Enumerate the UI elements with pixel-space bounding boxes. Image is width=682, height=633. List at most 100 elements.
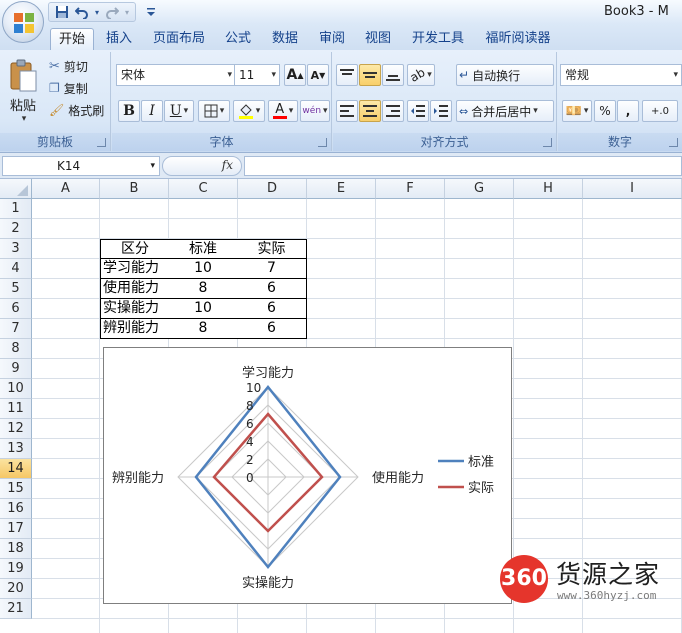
borders-button[interactable]: ▾ — [198, 100, 230, 122]
row-header[interactable]: 11 — [0, 399, 32, 419]
align-middle-button[interactable] — [359, 64, 381, 86]
column-header[interactable]: B — [100, 179, 169, 199]
align-center-button[interactable] — [359, 100, 381, 122]
grow-font-button[interactable]: A ▲ — [284, 64, 306, 86]
copy-button[interactable]: ❐ 复制 — [48, 78, 108, 98]
row-header[interactable]: 8 — [0, 339, 32, 359]
font-color-button[interactable]: A ▾ — [268, 100, 298, 122]
row-header[interactable]: 12 — [0, 419, 32, 439]
percent-style-button[interactable]: % — [594, 100, 616, 122]
font-size-combo[interactable]: 11 ▾ — [234, 64, 280, 86]
save-icon[interactable] — [53, 4, 71, 20]
clipboard-launcher-icon[interactable] — [97, 138, 106, 147]
redo-icon[interactable] — [103, 4, 121, 20]
row-header[interactable]: 20 — [0, 579, 32, 599]
decrease-indent-button[interactable] — [407, 100, 429, 122]
table-header-cell[interactable]: 实际 — [237, 239, 307, 259]
table-cell[interactable]: 6 — [237, 319, 307, 339]
tab-formulas[interactable]: 公式 — [218, 28, 258, 50]
row-header[interactable]: 2 — [0, 219, 32, 239]
align-bottom-button[interactable] — [382, 64, 404, 86]
number-launcher-icon[interactable] — [669, 138, 678, 147]
align-right-button[interactable] — [382, 100, 404, 122]
row-header[interactable]: 4 — [0, 259, 32, 279]
undo-dropdown-icon[interactable]: ▾ — [93, 4, 101, 20]
tab-review[interactable]: 审阅 — [312, 28, 352, 50]
increase-indent-button[interactable] — [430, 100, 452, 122]
row-header[interactable]: 15 — [0, 479, 32, 499]
tab-page-layout[interactable]: 页面布局 — [146, 28, 212, 50]
align-left-button[interactable] — [336, 100, 358, 122]
bold-button[interactable]: B — [118, 100, 140, 122]
table-header-cell[interactable]: 标准 — [169, 239, 238, 259]
accounting-format-button[interactable]: 💴 ▾ — [562, 100, 592, 122]
table-cell[interactable]: 使用能力 — [100, 279, 170, 299]
alignment-launcher-icon[interactable] — [543, 138, 552, 147]
name-box[interactable]: K14 ▾ — [2, 156, 160, 176]
row-header[interactable]: 10 — [0, 379, 32, 399]
insert-function-button[interactable]: fx — [222, 158, 233, 172]
align-top-button[interactable] — [336, 64, 358, 86]
italic-button[interactable]: I — [141, 100, 163, 122]
table-header-cell[interactable]: 区分 — [100, 239, 170, 259]
column-header[interactable]: F — [376, 179, 445, 199]
orientation-button[interactable]: ab ▾ — [407, 64, 435, 86]
paste-button[interactable]: 粘贴 ▾ — [3, 54, 43, 128]
customize-qat-icon[interactable] — [142, 4, 160, 20]
tab-insert[interactable]: 插入 — [100, 28, 138, 50]
column-header[interactable]: D — [238, 179, 307, 199]
row-header[interactable]: 5 — [0, 279, 32, 299]
row-header[interactable]: 18 — [0, 539, 32, 559]
table-cell[interactable]: 6 — [237, 279, 307, 299]
row-header[interactable]: 17 — [0, 519, 32, 539]
cut-button[interactable]: ✂ 剪切 — [48, 56, 108, 76]
increase-decimal-button[interactable]: +.0 — [642, 100, 678, 122]
table-cell[interactable]: 学习能力 — [100, 259, 170, 279]
row-header[interactable]: 21 — [0, 599, 32, 619]
table-cell[interactable]: 8 — [169, 319, 238, 339]
undo-icon[interactable] — [73, 4, 91, 20]
column-header[interactable]: I — [583, 179, 682, 199]
table-cell[interactable]: 10 — [169, 299, 238, 319]
table-cell[interactable]: 辨别能力 — [100, 319, 170, 339]
row-header[interactable]: 1 — [0, 199, 32, 219]
row-header[interactable]: 13 — [0, 439, 32, 459]
shrink-font-button[interactable]: A ▼ — [307, 64, 329, 86]
column-header[interactable]: A — [32, 179, 100, 199]
redo-dropdown-icon[interactable]: ▾ — [123, 4, 131, 20]
wrap-text-button[interactable]: ↵ 自动换行 — [456, 64, 554, 86]
underline-button[interactable]: U ▾ — [164, 100, 194, 122]
phonetic-guide-button[interactable]: wén ▾ — [300, 100, 330, 122]
column-header[interactable]: E — [307, 179, 376, 199]
format-painter-button[interactable]: 🖌 格式刷 — [48, 100, 108, 120]
tab-home[interactable]: 开始 — [50, 28, 94, 50]
row-header[interactable]: 16 — [0, 499, 32, 519]
number-format-combo[interactable]: 常规 ▾ — [560, 64, 682, 86]
row-header[interactable]: 3 — [0, 239, 32, 259]
column-header[interactable]: H — [514, 179, 583, 199]
tab-view[interactable]: 视图 — [358, 28, 398, 50]
office-button[interactable] — [2, 1, 44, 43]
formula-input[interactable] — [244, 156, 682, 176]
row-header[interactable]: 19 — [0, 559, 32, 579]
select-all-corner[interactable] — [0, 179, 32, 199]
table-cell[interactable]: 10 — [169, 259, 238, 279]
font-launcher-icon[interactable] — [318, 138, 327, 147]
row-header[interactable]: 14 — [0, 459, 32, 479]
table-cell[interactable]: 实操能力 — [100, 299, 170, 319]
table-cell[interactable]: 7 — [237, 259, 307, 279]
tab-developer[interactable]: 开发工具 — [404, 28, 472, 50]
row-header[interactable]: 9 — [0, 359, 32, 379]
tab-data[interactable]: 数据 — [265, 28, 305, 50]
row-header[interactable]: 6 — [0, 299, 32, 319]
tab-foxit-reader[interactable]: 福昕阅读器 — [478, 28, 558, 50]
fill-color-button[interactable]: ▾ — [233, 100, 265, 122]
merge-center-button[interactable]: ⇔ 合并后居中 ▾ — [456, 100, 554, 122]
font-name-combo[interactable]: 宋体 ▾ — [116, 64, 236, 86]
radar-chart[interactable]: 0 2 4 6 8 10 学习能力 使用能力 实操能力 辨别能力 标准 实际 — [103, 347, 512, 604]
table-cell[interactable]: 8 — [169, 279, 238, 299]
row-header[interactable]: 7 — [0, 319, 32, 339]
column-header[interactable]: C — [169, 179, 238, 199]
column-header[interactable]: G — [445, 179, 514, 199]
table-cell[interactable]: 6 — [237, 299, 307, 319]
